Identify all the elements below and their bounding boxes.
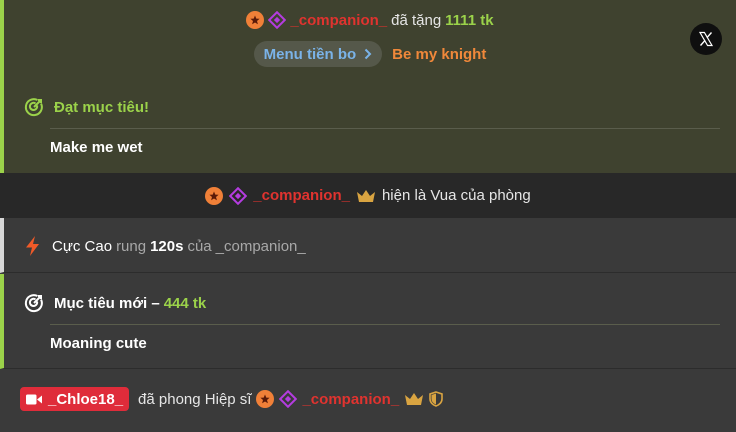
target-icon bbox=[24, 294, 43, 313]
diamond-badge-icon bbox=[229, 186, 248, 205]
divider bbox=[50, 128, 720, 129]
action-verb: rung bbox=[116, 237, 147, 255]
action-of: của bbox=[187, 237, 212, 255]
new-goal-text: Moaning cute bbox=[50, 335, 147, 352]
knight-message: _Chloe18_ đã phong Hiệp sĩ _companion_ bbox=[0, 370, 736, 432]
king-text: hiện là Vua của phòng bbox=[381, 187, 531, 204]
goal-reached-message: Đạt mục tiêu! Make me wet bbox=[0, 78, 736, 173]
diamond-badge-icon bbox=[279, 390, 298, 408]
lightning-icon bbox=[26, 236, 39, 256]
camera-icon bbox=[26, 394, 42, 404]
knight-row: _Chloe18_ đã phong Hiệp sĩ _companion_ bbox=[20, 387, 443, 411]
star-badge-icon bbox=[205, 186, 224, 205]
chevron-right-icon bbox=[364, 48, 372, 60]
king-message: _companion_ hiện là Vua của phòng bbox=[0, 173, 736, 218]
new-goal-heading: Mục tiêu mới – bbox=[54, 294, 160, 312]
star-badge-icon bbox=[256, 390, 275, 408]
knight-username[interactable]: _companion_ bbox=[302, 391, 399, 408]
tip-action-message: Cực Cao rung 120s của _companion_ bbox=[0, 218, 736, 273]
shield-icon bbox=[429, 391, 443, 407]
tip-menu-line: Menu tiền bo Be my knight bbox=[4, 41, 736, 67]
model-tag[interactable]: _Chloe18_ bbox=[20, 387, 130, 411]
divider bbox=[50, 324, 720, 325]
action-duration: 120s bbox=[150, 237, 184, 255]
goal-reached-header: Đạt mục tiêu! bbox=[24, 96, 149, 118]
crown-icon bbox=[405, 393, 424, 405]
tip-line: _companion_ đã tặng 1111 tk bbox=[4, 10, 736, 30]
x-logo-icon bbox=[698, 31, 714, 47]
tip-menu-button[interactable]: Menu tiền bo bbox=[253, 41, 383, 67]
close-button[interactable] bbox=[690, 23, 722, 55]
king-username[interactable]: _companion_ bbox=[253, 187, 350, 204]
new-goal-amount: 444 tk bbox=[163, 294, 207, 312]
tip-menu-label: Menu tiền bo bbox=[263, 45, 357, 63]
target-icon bbox=[24, 98, 43, 117]
tip-verb: đã tặng bbox=[391, 11, 442, 29]
action-username[interactable]: _companion_ bbox=[216, 238, 306, 255]
tip-amount: 1111 tk bbox=[445, 11, 494, 29]
crown-icon bbox=[356, 189, 375, 202]
knight-text: đã phong Hiệp sĩ bbox=[138, 390, 252, 408]
model-username: _Chloe18_ bbox=[48, 390, 124, 408]
star-badge-icon bbox=[246, 11, 265, 29]
tip-message: _companion_ đã tặng 1111 tk Menu tiền bo… bbox=[0, 0, 736, 78]
tip-menu-item: Be my knight bbox=[392, 45, 487, 63]
action-name: Cực Cao bbox=[52, 237, 113, 255]
goal-reached-heading: Đạt mục tiêu! bbox=[54, 98, 150, 116]
chat-feed: _companion_ đã tặng 1111 tk Menu tiền bo… bbox=[0, 0, 736, 432]
action-row: Cực Cao rung 120s của _companion_ bbox=[24, 235, 306, 257]
new-goal-header: Mục tiêu mới – 444 tk bbox=[24, 292, 206, 314]
new-goal-message: Mục tiêu mới – 444 tk Moaning cute bbox=[0, 274, 736, 369]
diamond-badge-icon bbox=[268, 11, 287, 29]
goal-reached-text: Make me wet bbox=[50, 139, 143, 156]
tipper-username[interactable]: _companion_ bbox=[290, 12, 387, 29]
